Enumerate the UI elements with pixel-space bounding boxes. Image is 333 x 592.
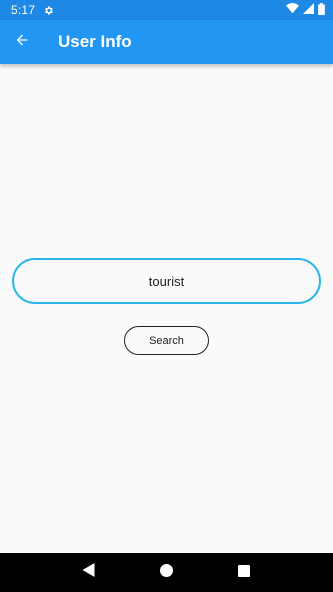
screen: 5:17 User Info tourist Search (0, 0, 333, 592)
settings-gear-icon (43, 5, 54, 16)
nav-back-button[interactable] (74, 558, 104, 588)
cell-signal-icon (303, 3, 314, 17)
back-arrow-icon (14, 32, 30, 53)
app-bar: User Info (0, 20, 333, 64)
status-icons (286, 2, 325, 18)
back-button[interactable] (0, 20, 44, 64)
nav-back-icon (82, 563, 95, 582)
nav-home-button[interactable] (151, 558, 181, 588)
nav-home-icon (159, 563, 173, 582)
status-time: 5:17 (11, 3, 36, 17)
system-nav-bar (0, 553, 333, 592)
page-title: User Info (58, 32, 132, 51)
nav-recents-icon (238, 564, 251, 582)
search-button[interactable]: Search (124, 326, 209, 355)
search-input[interactable] (12, 258, 321, 304)
wifi-icon (286, 3, 299, 17)
nav-recents-button[interactable] (229, 558, 259, 588)
battery-icon (318, 2, 325, 18)
status-bar: 5:17 (0, 0, 333, 20)
